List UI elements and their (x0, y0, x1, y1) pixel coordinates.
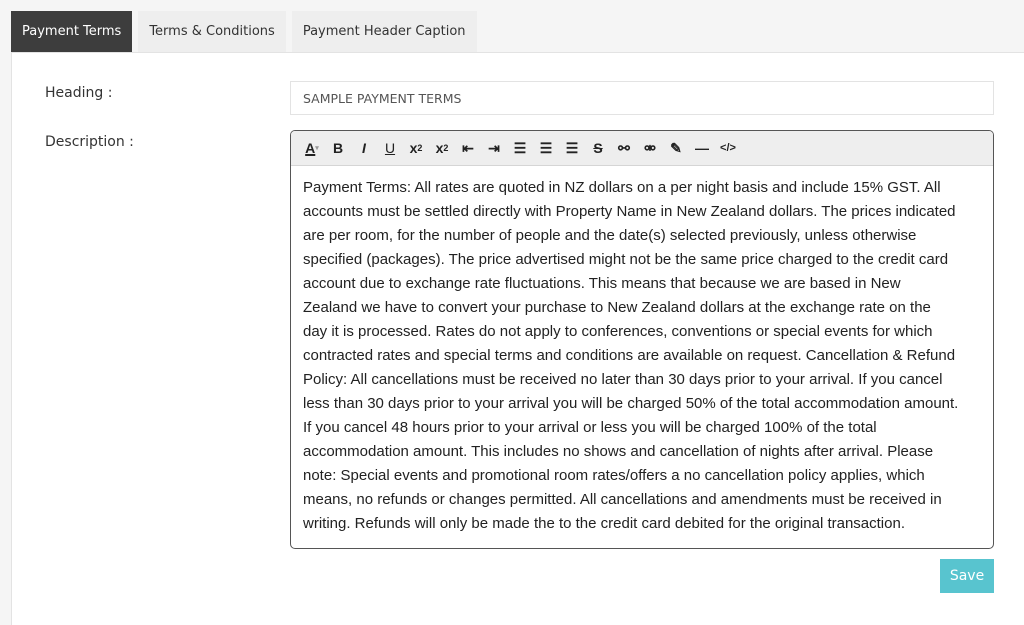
description-line: less than 30 days prior to your arrival … (303, 395, 959, 412)
description-line: Payment Terms: All rates are quoted in N… (303, 179, 941, 196)
horizontal-rule-icon[interactable]: — (691, 137, 713, 159)
description-line: contracted rates and special terms and c… (303, 347, 956, 364)
description-line: specified (packages). The price advertis… (303, 251, 949, 268)
description-line: accounts must be settled directly with P… (303, 203, 956, 220)
save-button[interactable]: Save (940, 559, 994, 593)
bold-icon[interactable]: B (327, 137, 349, 159)
italic-icon[interactable]: I (353, 137, 375, 159)
align-right-icon[interactable]: ☰ (561, 137, 583, 159)
description-line: accommodation amount. This includes no s… (303, 443, 934, 460)
description-line: If you cancel 48 hours prior to your arr… (303, 419, 877, 436)
description-line: Zealand we have to convert your purchase… (303, 299, 931, 316)
align-center-icon[interactable]: ☰ (535, 137, 557, 159)
tab-bar: Payment Terms Terms & Conditions Payment… (11, 11, 477, 52)
unlink-icon[interactable]: ⚮ (639, 137, 661, 159)
subscript-icon[interactable]: x2 (405, 137, 427, 159)
description-content[interactable]: Payment Terms: All rates are quoted in N… (291, 166, 993, 546)
description-line: means, no refunds or changes permitted. … (303, 491, 942, 508)
description-label: Description : (45, 134, 134, 150)
strikethrough-icon[interactable]: S (587, 137, 609, 159)
link-icon[interactable]: ⚯ (613, 137, 635, 159)
outdent-icon[interactable]: ⇤ (457, 137, 479, 159)
underline-icon[interactable]: U (379, 137, 401, 159)
tab-payment-header-caption[interactable]: Payment Header Caption (291, 11, 477, 52)
tab-payment-terms[interactable]: Payment Terms (11, 11, 133, 52)
description-editor: A ▾ B I U x2 x2 ⇤ ⇥ ☰ ☰ ☰ S ⚯ ⚮ ✎ — </> P… (290, 130, 994, 549)
editor-toolbar: A ▾ B I U x2 x2 ⇤ ⇥ ☰ ☰ ☰ S ⚯ ⚮ ✎ — </> (291, 131, 993, 166)
description-line: writing. Refunds will only be made the t… (303, 515, 905, 532)
align-left-icon[interactable]: ☰ (509, 137, 531, 159)
eraser-icon[interactable]: ✎ (665, 137, 687, 159)
description-line: are per room, for the number of people a… (303, 227, 917, 244)
superscript-icon[interactable]: x2 (431, 137, 453, 159)
description-line: Policy: All cancellations must be receiv… (303, 371, 943, 388)
description-line: note: Special events and promotional roo… (303, 467, 925, 484)
tab-terms-conditions[interactable]: Terms & Conditions (138, 11, 286, 52)
indent-icon[interactable]: ⇥ (483, 137, 505, 159)
description-line: account due to exchange rate fluctuation… (303, 275, 901, 292)
heading-input[interactable] (290, 81, 994, 115)
heading-label: Heading : (45, 85, 113, 101)
description-line: day it is processed. Rates do not apply … (303, 323, 933, 340)
font-color-icon[interactable]: A ▾ (301, 137, 323, 159)
source-code-icon[interactable]: </> (717, 137, 739, 159)
